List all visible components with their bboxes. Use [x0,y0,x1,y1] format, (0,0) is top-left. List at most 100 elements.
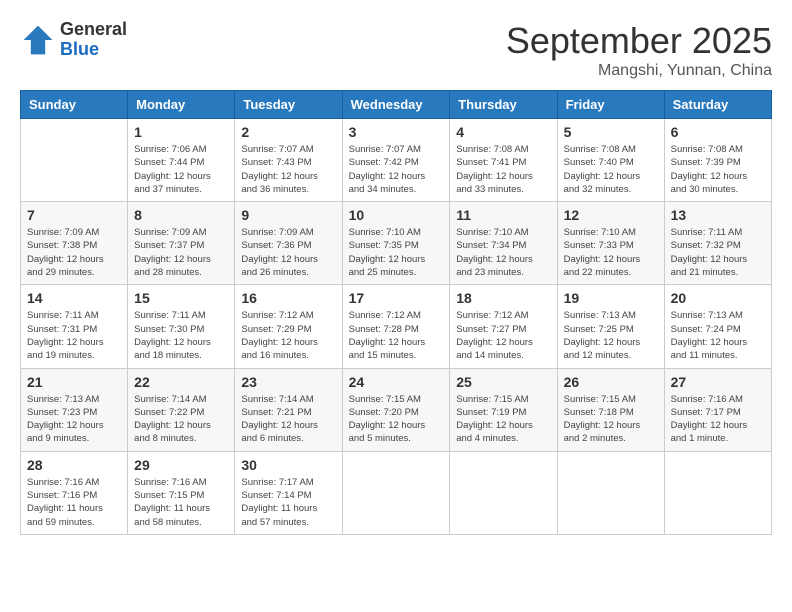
day-number: 10 [349,207,444,223]
day-info: Sunrise: 7:08 AMSunset: 7:39 PMDaylight:… [671,143,765,196]
calendar-cell: 30 Sunrise: 7:17 AMSunset: 7:14 PMDayligh… [235,451,342,534]
day-number: 6 [671,124,765,140]
day-info: Sunrise: 7:15 AMSunset: 7:20 PMDaylight:… [349,393,444,446]
day-info: Sunrise: 7:10 AMSunset: 7:33 PMDaylight:… [564,226,658,279]
day-number: 12 [564,207,658,223]
logo-blue: Blue [60,40,127,60]
calendar-cell: 15 Sunrise: 7:11 AMSunset: 7:30 PMDayligh… [128,285,235,368]
calendar-cell: 7 Sunrise: 7:09 AMSunset: 7:38 PMDaylight… [21,202,128,285]
day-number: 8 [134,207,228,223]
calendar-cell: 22Sunrise: 7:14 AMSunset: 7:22 PMDayligh… [128,368,235,451]
calendar-cell [342,451,450,534]
page-header: General Blue September 2025 Mangshi, Yun… [20,20,772,80]
day-number: 9 [241,207,335,223]
calendar-week-row: 28 Sunrise: 7:16 AMSunset: 7:16 PMDayligh… [21,451,772,534]
calendar-cell: 4Sunrise: 7:08 AMSunset: 7:41 PMDaylight… [450,119,557,202]
day-info: Sunrise: 7:07 AMSunset: 7:43 PMDaylight:… [241,143,335,196]
day-info: Sunrise: 7:08 AMSunset: 7:40 PMDaylight:… [564,143,658,196]
day-info: Sunrise: 7:11 AMSunset: 7:31 PMDaylight:… [27,309,121,362]
calendar-week-row: 1Sunrise: 7:06 AMSunset: 7:44 PMDaylight… [21,119,772,202]
day-info: Sunrise: 7:16 AMSunset: 7:16 PMDaylight:… [27,476,121,529]
calendar-cell [21,119,128,202]
calendar-cell: 17Sunrise: 7:12 AMSunset: 7:28 PMDayligh… [342,285,450,368]
day-number: 17 [349,290,444,306]
location: Mangshi, Yunnan, China [506,62,772,80]
calendar-cell: 20Sunrise: 7:13 AMSunset: 7:24 PMDayligh… [664,285,771,368]
day-of-week-header: Tuesday [235,91,342,119]
day-info: Sunrise: 7:13 AMSunset: 7:24 PMDaylight:… [671,309,765,362]
day-info: Sunrise: 7:11 AMSunset: 7:30 PMDaylight:… [134,309,228,362]
day-info: Sunrise: 7:09 AMSunset: 7:37 PMDaylight:… [134,226,228,279]
calendar-week-row: 7 Sunrise: 7:09 AMSunset: 7:38 PMDaylight… [21,202,772,285]
calendar-cell: 24 Sunrise: 7:15 AMSunset: 7:20 PMDayligh… [342,368,450,451]
day-info: Sunrise: 7:10 AMSunset: 7:35 PMDaylight:… [349,226,444,279]
calendar-cell: 18 Sunrise: 7:12 AMSunset: 7:27 PMDayligh… [450,285,557,368]
day-info: Sunrise: 7:09 AMSunset: 7:38 PMDaylight:… [27,226,121,279]
calendar-cell: 6 Sunrise: 7:08 AMSunset: 7:39 PMDaylight… [664,119,771,202]
day-number: 15 [134,290,228,306]
day-info: Sunrise: 7:15 AMSunset: 7:19 PMDaylight:… [456,393,550,446]
day-number: 18 [456,290,550,306]
calendar-cell: 2 Sunrise: 7:07 AMSunset: 7:43 PMDaylight… [235,119,342,202]
calendar-cell: 3Sunrise: 7:07 AMSunset: 7:42 PMDaylight… [342,119,450,202]
calendar-cell [664,451,771,534]
logo-general: General [60,20,127,40]
calendar-cell: 19 Sunrise: 7:13 AMSunset: 7:25 PMDayligh… [557,285,664,368]
day-number: 23 [241,374,335,390]
calendar-week-row: 21Sunrise: 7:13 AMSunset: 7:23 PMDayligh… [21,368,772,451]
day-number: 1 [134,124,228,140]
calendar-cell: 14 Sunrise: 7:11 AMSunset: 7:31 PMDayligh… [21,285,128,368]
calendar-cell: 26 Sunrise: 7:15 AMSunset: 7:18 PMDayligh… [557,368,664,451]
logo: General Blue [20,20,127,60]
day-info: Sunrise: 7:10 AMSunset: 7:34 PMDaylight:… [456,226,550,279]
day-number: 14 [27,290,121,306]
day-number: 26 [564,374,658,390]
day-number: 27 [671,374,765,390]
day-info: Sunrise: 7:08 AMSunset: 7:41 PMDaylight:… [456,143,550,196]
day-number: 19 [564,290,658,306]
calendar-cell: 21Sunrise: 7:13 AMSunset: 7:23 PMDayligh… [21,368,128,451]
day-of-week-header: Friday [557,91,664,119]
day-info: Sunrise: 7:09 AMSunset: 7:36 PMDaylight:… [241,226,335,279]
day-info: Sunrise: 7:17 AMSunset: 7:14 PMDaylight:… [241,476,335,529]
day-of-week-header: Sunday [21,91,128,119]
day-number: 25 [456,374,550,390]
day-of-week-header: Monday [128,91,235,119]
calendar-cell: 12 Sunrise: 7:10 AMSunset: 7:33 PMDayligh… [557,202,664,285]
day-number: 16 [241,290,335,306]
day-number: 28 [27,457,121,473]
day-info: Sunrise: 7:12 AMSunset: 7:29 PMDaylight:… [241,309,335,362]
day-number: 2 [241,124,335,140]
day-number: 21 [27,374,121,390]
calendar-cell: 5Sunrise: 7:08 AMSunset: 7:40 PMDaylight… [557,119,664,202]
calendar-cell: 1Sunrise: 7:06 AMSunset: 7:44 PMDaylight… [128,119,235,202]
month-title: September 2025 [506,20,772,62]
day-info: Sunrise: 7:12 AMSunset: 7:27 PMDaylight:… [456,309,550,362]
day-info: Sunrise: 7:14 AMSunset: 7:21 PMDaylight:… [241,393,335,446]
day-of-week-header: Thursday [450,91,557,119]
calendar-cell: 10 Sunrise: 7:10 AMSunset: 7:35 PMDayligh… [342,202,450,285]
day-info: Sunrise: 7:16 AMSunset: 7:15 PMDaylight:… [134,476,228,529]
day-info: Sunrise: 7:13 AMSunset: 7:25 PMDaylight:… [564,309,658,362]
title-block: September 2025 Mangshi, Yunnan, China [506,20,772,80]
day-info: Sunrise: 7:14 AMSunset: 7:22 PMDaylight:… [134,393,228,446]
day-info: Sunrise: 7:15 AMSunset: 7:18 PMDaylight:… [564,393,658,446]
calendar-cell [450,451,557,534]
logo-icon [20,22,56,58]
calendar-cell: 29 Sunrise: 7:16 AMSunset: 7:15 PMDayligh… [128,451,235,534]
calendar-cell: 28 Sunrise: 7:16 AMSunset: 7:16 PMDayligh… [21,451,128,534]
logo-text: General Blue [60,20,127,60]
day-number: 24 [349,374,444,390]
calendar-cell: 13Sunrise: 7:11 AMSunset: 7:32 PMDayligh… [664,202,771,285]
day-number: 30 [241,457,335,473]
day-number: 3 [349,124,444,140]
day-info: Sunrise: 7:11 AMSunset: 7:32 PMDaylight:… [671,226,765,279]
calendar-cell: 16 Sunrise: 7:12 AMSunset: 7:29 PMDayligh… [235,285,342,368]
day-number: 7 [27,207,121,223]
day-of-week-header: Wednesday [342,91,450,119]
day-of-week-header: Saturday [664,91,771,119]
day-number: 29 [134,457,228,473]
calendar-cell: 11 Sunrise: 7:10 AMSunset: 7:34 PMDayligh… [450,202,557,285]
day-number: 11 [456,207,550,223]
calendar-header-row: SundayMondayTuesdayWednesdayThursdayFrid… [21,91,772,119]
